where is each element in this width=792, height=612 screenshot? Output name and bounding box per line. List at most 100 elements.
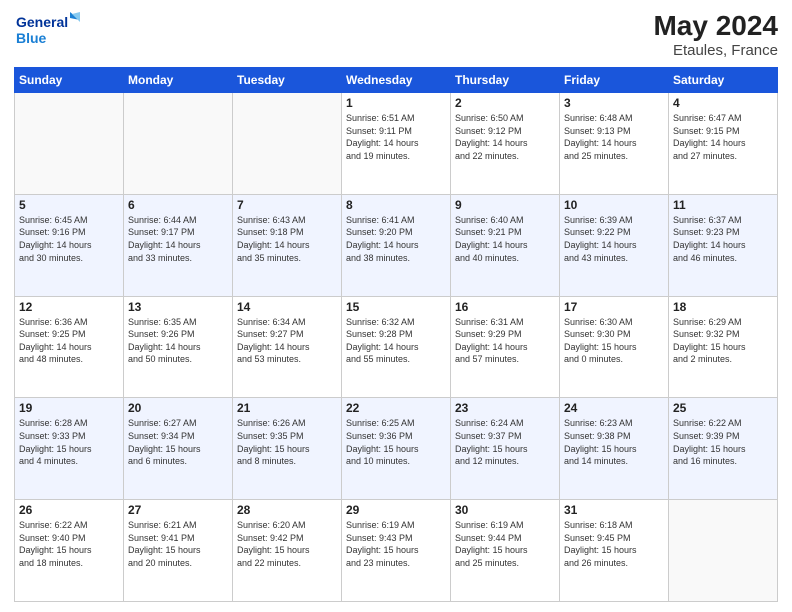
day-info: Sunrise: 6:21 AM Sunset: 9:41 PM Dayligh… — [128, 519, 228, 569]
day-number: 17 — [564, 300, 664, 314]
calendar-week-row: 26 Sunrise: 6:22 AM Sunset: 9:40 PM Dayli… — [15, 500, 778, 602]
calendar-cell: 15 Sunrise: 6:32 AM Sunset: 9:28 PM Dayli… — [342, 296, 451, 398]
day-info: Sunrise: 6:41 AM Sunset: 9:20 PM Dayligh… — [346, 214, 446, 264]
calendar-cell — [15, 93, 124, 195]
day-number: 31 — [564, 503, 664, 517]
title-block: May 2024 Etaules, France — [653, 10, 778, 59]
day-number: 15 — [346, 300, 446, 314]
day-info: Sunrise: 6:36 AM Sunset: 9:25 PM Dayligh… — [19, 316, 119, 366]
page: General Blue May 2024 Etaules, France Su… — [0, 0, 792, 612]
day-info: Sunrise: 6:22 AM Sunset: 9:40 PM Dayligh… — [19, 519, 119, 569]
calendar-cell: 9 Sunrise: 6:40 AM Sunset: 9:21 PM Daylig… — [451, 194, 560, 296]
header: General Blue May 2024 Etaules, France — [14, 10, 778, 59]
day-number: 1 — [346, 96, 446, 110]
logo-svg: General Blue — [14, 10, 84, 50]
calendar-cell: 17 Sunrise: 6:30 AM Sunset: 9:30 PM Dayli… — [560, 296, 669, 398]
calendar-cell: 5 Sunrise: 6:45 AM Sunset: 9:16 PM Daylig… — [15, 194, 124, 296]
calendar-cell: 23Sunrise: 6:24 AM Sunset: 9:37 PM Dayli… — [451, 398, 560, 500]
day-info: Sunrise: 6:43 AM Sunset: 9:18 PM Dayligh… — [237, 214, 337, 264]
day-info: Sunrise: 6:27 AM Sunset: 9:34 PM Dayligh… — [128, 417, 228, 467]
day-number: 13 — [128, 300, 228, 314]
calendar-cell: 24Sunrise: 6:23 AM Sunset: 9:38 PM Dayli… — [560, 398, 669, 500]
day-number: 16 — [455, 300, 555, 314]
calendar-cell: 16Sunrise: 6:31 AM Sunset: 9:29 PM Dayli… — [451, 296, 560, 398]
day-number: 5 — [19, 198, 119, 212]
day-info: Sunrise: 6:44 AM Sunset: 9:17 PM Dayligh… — [128, 214, 228, 264]
calendar-cell: 18Sunrise: 6:29 AM Sunset: 9:32 PM Dayli… — [669, 296, 778, 398]
day-info: Sunrise: 6:22 AM Sunset: 9:39 PM Dayligh… — [673, 417, 773, 467]
svg-text:Blue: Blue — [16, 30, 47, 46]
day-info: Sunrise: 6:40 AM Sunset: 9:21 PM Dayligh… — [455, 214, 555, 264]
day-number: 8 — [346, 198, 446, 212]
day-info: Sunrise: 6:47 AM Sunset: 9:15 PM Dayligh… — [673, 112, 773, 162]
day-info: Sunrise: 6:25 AM Sunset: 9:36 PM Dayligh… — [346, 417, 446, 467]
calendar-cell: 31Sunrise: 6:18 AM Sunset: 9:45 PM Dayli… — [560, 500, 669, 602]
calendar-cell: 1Sunrise: 6:51 AM Sunset: 9:11 PM Daylig… — [342, 93, 451, 195]
calendar-cell: 22 Sunrise: 6:25 AM Sunset: 9:36 PM Dayli… — [342, 398, 451, 500]
calendar-cell: 13 Sunrise: 6:35 AM Sunset: 9:26 PM Dayli… — [124, 296, 233, 398]
calendar-cell — [669, 500, 778, 602]
day-info: Sunrise: 6:39 AM Sunset: 9:22 PM Dayligh… — [564, 214, 664, 264]
day-number: 14 — [237, 300, 337, 314]
day-number: 19 — [19, 401, 119, 415]
logo: General Blue — [14, 10, 84, 50]
day-number: 11 — [673, 198, 773, 212]
calendar-cell: 11Sunrise: 6:37 AM Sunset: 9:23 PM Dayli… — [669, 194, 778, 296]
calendar-week-row: 5 Sunrise: 6:45 AM Sunset: 9:16 PM Daylig… — [15, 194, 778, 296]
month-year: May 2024 — [653, 10, 778, 42]
calendar-cell: 28Sunrise: 6:20 AM Sunset: 9:42 PM Dayli… — [233, 500, 342, 602]
calendar-cell: 14 Sunrise: 6:34 AM Sunset: 9:27 PM Dayli… — [233, 296, 342, 398]
day-number: 22 — [346, 401, 446, 415]
calendar-cell — [233, 93, 342, 195]
day-info: Sunrise: 6:50 AM Sunset: 9:12 PM Dayligh… — [455, 112, 555, 162]
day-number: 2 — [455, 96, 555, 110]
day-info: Sunrise: 6:34 AM Sunset: 9:27 PM Dayligh… — [237, 316, 337, 366]
col-wednesday: Wednesday — [342, 68, 451, 93]
day-info: Sunrise: 6:32 AM Sunset: 9:28 PM Dayligh… — [346, 316, 446, 366]
calendar-cell: 26 Sunrise: 6:22 AM Sunset: 9:40 PM Dayli… — [15, 500, 124, 602]
location: Etaules, France — [653, 42, 778, 59]
calendar-header-row: Sunday Monday Tuesday Wednesday Thursday… — [15, 68, 778, 93]
calendar-cell: 6 Sunrise: 6:44 AM Sunset: 9:17 PM Daylig… — [124, 194, 233, 296]
day-number: 23 — [455, 401, 555, 415]
day-number: 9 — [455, 198, 555, 212]
col-friday: Friday — [560, 68, 669, 93]
col-tuesday: Tuesday — [233, 68, 342, 93]
day-number: 7 — [237, 198, 337, 212]
day-info: Sunrise: 6:35 AM Sunset: 9:26 PM Dayligh… — [128, 316, 228, 366]
day-number: 6 — [128, 198, 228, 212]
calendar-cell: 25 Sunrise: 6:22 AM Sunset: 9:39 PM Dayli… — [669, 398, 778, 500]
calendar-cell: 8 Sunrise: 6:41 AM Sunset: 9:20 PM Daylig… — [342, 194, 451, 296]
day-info: Sunrise: 6:30 AM Sunset: 9:30 PM Dayligh… — [564, 316, 664, 366]
calendar-week-row: 12Sunrise: 6:36 AM Sunset: 9:25 PM Dayli… — [15, 296, 778, 398]
calendar-cell: 27 Sunrise: 6:21 AM Sunset: 9:41 PM Dayli… — [124, 500, 233, 602]
day-number: 27 — [128, 503, 228, 517]
day-number: 25 — [673, 401, 773, 415]
day-info: Sunrise: 6:20 AM Sunset: 9:42 PM Dayligh… — [237, 519, 337, 569]
calendar-cell: 10 Sunrise: 6:39 AM Sunset: 9:22 PM Dayli… — [560, 194, 669, 296]
calendar-week-row: 19 Sunrise: 6:28 AM Sunset: 9:33 PM Dayli… — [15, 398, 778, 500]
col-monday: Monday — [124, 68, 233, 93]
day-number: 3 — [564, 96, 664, 110]
day-info: Sunrise: 6:48 AM Sunset: 9:13 PM Dayligh… — [564, 112, 664, 162]
day-info: Sunrise: 6:45 AM Sunset: 9:16 PM Dayligh… — [19, 214, 119, 264]
calendar-week-row: 1Sunrise: 6:51 AM Sunset: 9:11 PM Daylig… — [15, 93, 778, 195]
day-info: Sunrise: 6:28 AM Sunset: 9:33 PM Dayligh… — [19, 417, 119, 467]
day-number: 10 — [564, 198, 664, 212]
calendar-cell: 2 Sunrise: 6:50 AM Sunset: 9:12 PM Daylig… — [451, 93, 560, 195]
calendar-cell: 19 Sunrise: 6:28 AM Sunset: 9:33 PM Dayli… — [15, 398, 124, 500]
day-info: Sunrise: 6:19 AM Sunset: 9:43 PM Dayligh… — [346, 519, 446, 569]
calendar-cell: 3 Sunrise: 6:48 AM Sunset: 9:13 PM Daylig… — [560, 93, 669, 195]
day-info: Sunrise: 6:23 AM Sunset: 9:38 PM Dayligh… — [564, 417, 664, 467]
day-number: 30 — [455, 503, 555, 517]
day-number: 18 — [673, 300, 773, 314]
day-info: Sunrise: 6:19 AM Sunset: 9:44 PM Dayligh… — [455, 519, 555, 569]
day-number: 21 — [237, 401, 337, 415]
svg-text:General: General — [16, 14, 68, 30]
col-saturday: Saturday — [669, 68, 778, 93]
col-thursday: Thursday — [451, 68, 560, 93]
calendar-cell: 29Sunrise: 6:19 AM Sunset: 9:43 PM Dayli… — [342, 500, 451, 602]
calendar-cell: 20Sunrise: 6:27 AM Sunset: 9:34 PM Dayli… — [124, 398, 233, 500]
day-number: 26 — [19, 503, 119, 517]
calendar-cell: 21Sunrise: 6:26 AM Sunset: 9:35 PM Dayli… — [233, 398, 342, 500]
